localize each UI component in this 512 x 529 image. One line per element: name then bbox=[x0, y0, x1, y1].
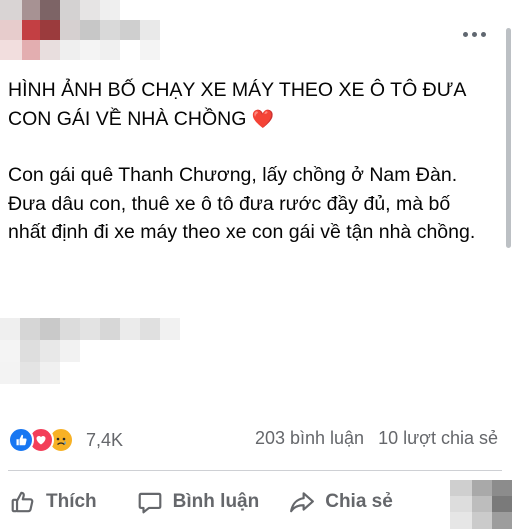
blurred-text bbox=[0, 318, 190, 384]
more-options-button[interactable] bbox=[458, 22, 490, 46]
post-title: HÌNH ẢNH BỐ CHẠY XE MÁY THEO XE Ô TÔ ĐƯA… bbox=[8, 79, 466, 130]
heart-emoji-icon: ❤️ bbox=[251, 108, 275, 129]
comment-bubble-icon bbox=[138, 492, 162, 514]
blurred-commenter-avatar bbox=[430, 480, 512, 529]
engagement-stats: 203 bình luận 10 lượt chia sẻ bbox=[255, 428, 498, 449]
like-button-label: Thích bbox=[46, 491, 97, 512]
comment-count-link[interactable]: 203 bình luận bbox=[255, 428, 364, 449]
post-action-bar: Thích Bình luận Chia sẻ bbox=[0, 480, 440, 524]
comment-button[interactable]: Bình luận bbox=[137, 482, 260, 522]
like-reaction-icon bbox=[8, 427, 34, 453]
comment-button-label: Bình luận bbox=[172, 491, 260, 512]
divider bbox=[8, 470, 502, 471]
scrollbar-thumb[interactable] bbox=[506, 28, 511, 248]
like-button[interactable]: Thích bbox=[10, 482, 97, 522]
scrollbar[interactable] bbox=[504, 0, 512, 529]
reaction-summary[interactable]: 7,4K bbox=[8, 424, 123, 456]
post-content: HÌNH ẢNH BỐ CHẠY XE MÁY THEO XE Ô TÔ ĐƯA… bbox=[8, 76, 492, 247]
share-button[interactable]: Chia sẻ bbox=[289, 482, 393, 522]
share-button-label: Chia sẻ bbox=[325, 491, 393, 512]
share-count-link[interactable]: 10 lượt chia sẻ bbox=[378, 428, 498, 449]
blurred-author-header bbox=[0, 0, 190, 62]
thumbs-up-icon bbox=[11, 491, 34, 513]
reaction-count: 7,4K bbox=[86, 429, 124, 450]
more-dots-icon bbox=[462, 31, 468, 37]
share-arrow-icon bbox=[290, 492, 315, 513]
post-body: Con gái quê Thanh Chương, lấy chồng ở Na… bbox=[8, 164, 476, 243]
